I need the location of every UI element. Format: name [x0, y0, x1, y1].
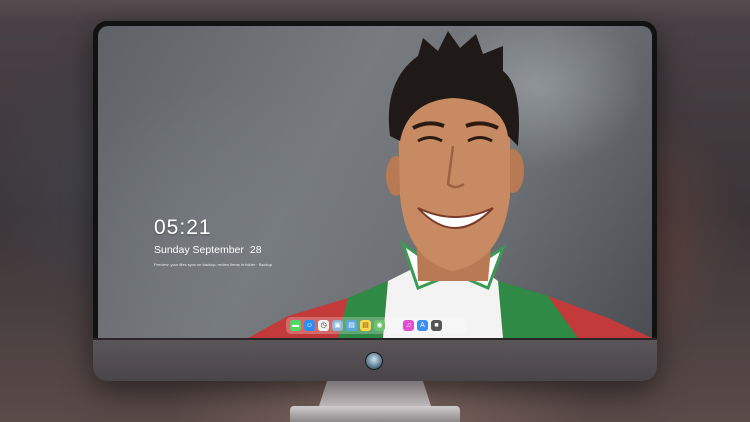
dock-app-photos[interactable]: ◉ [374, 320, 385, 331]
date-weekday-month: Sunday September [154, 244, 244, 256]
dock-app-messages[interactable]: ▬ [290, 320, 301, 331]
wallpaper-portrait [248, 31, 652, 338]
dock-app-clapper[interactable]: ▤ [346, 320, 357, 331]
notes-icon: ▤ [362, 322, 369, 329]
dock: ▬ ☺ ◷ ▣ ▤ ▤ ◉ ♫ A ■ [286, 317, 466, 334]
monitor: 05:21 Sunday September 28 Preview: your f… [93, 21, 657, 381]
lock-screen-notice: Preview: your files sync on backup; revi… [154, 262, 273, 267]
monitor-stand-base [290, 406, 460, 422]
dock-app-finder[interactable]: ☺ [304, 320, 315, 331]
lock-screen-clock: 05:21 [154, 216, 212, 239]
messages-icon: ▬ [292, 322, 299, 329]
room-shelf [0, 0, 750, 22]
photos-icon: ◉ [376, 322, 383, 329]
camera-icon: ■ [434, 322, 439, 329]
lock-screen-date: Sunday September 28 [154, 244, 262, 256]
lock-screen[interactable]: 05:21 Sunday September 28 Preview: your f… [98, 26, 652, 338]
dock-app-notes[interactable]: ▤ [360, 320, 371, 331]
clock-icon: ◷ [320, 322, 327, 329]
preview-icon: ▣ [334, 322, 341, 329]
dock-app-itunes[interactable]: ♫ [403, 320, 414, 331]
dock-app-camera[interactable]: ■ [431, 320, 442, 331]
brand-logo-icon [365, 352, 383, 370]
finder-icon: ☺ [305, 322, 314, 329]
monitor-stand-neck [318, 381, 432, 409]
dock-app-app-store[interactable]: A [417, 320, 428, 331]
app-store-icon: A [420, 322, 425, 329]
music-icon: ♫ [405, 322, 412, 329]
dock-app-preview[interactable]: ▣ [332, 320, 343, 331]
date-day: 28 [249, 244, 262, 256]
clapper-icon: ▤ [348, 322, 355, 329]
dock-app-clock[interactable]: ◷ [318, 320, 329, 331]
monitor-chin [93, 338, 657, 381]
